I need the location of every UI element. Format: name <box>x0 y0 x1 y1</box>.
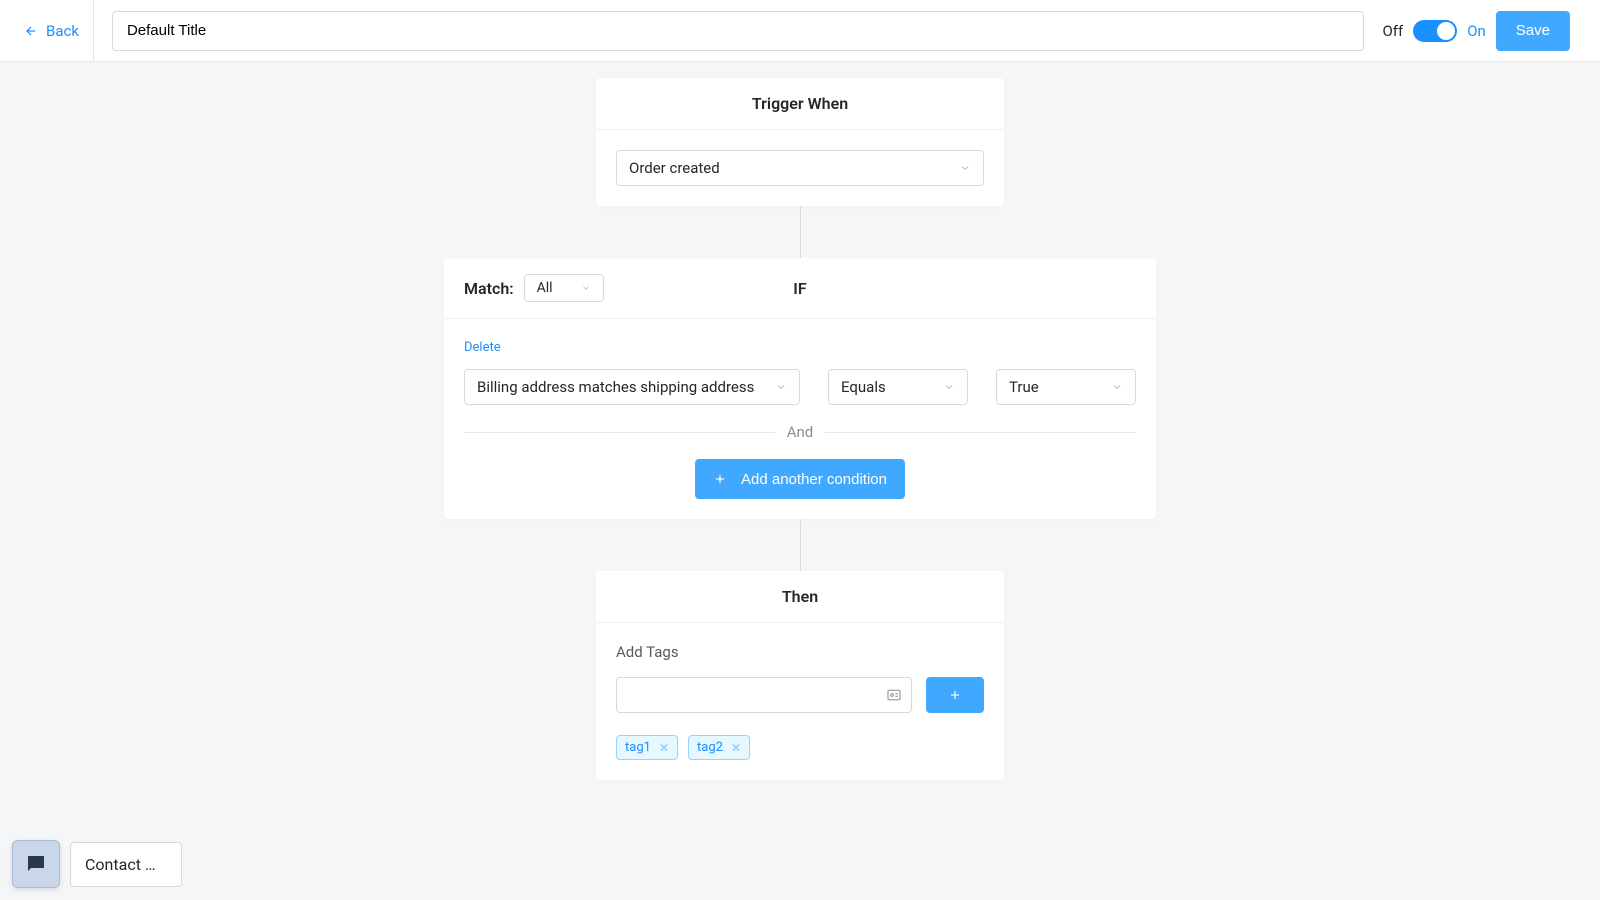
chat-label[interactable]: Contact … <box>70 842 182 887</box>
then-title: Then <box>596 571 1004 623</box>
chat-widget: Contact … <box>12 840 182 888</box>
tag-input[interactable] <box>616 677 912 713</box>
add-tags-label: Add Tags <box>616 643 984 661</box>
condition-operator-select[interactable]: Equals <box>828 369 968 405</box>
switch-off-label: Off <box>1382 22 1403 40</box>
header-controls: Off On Save <box>1382 11 1590 51</box>
chevron-down-icon <box>1111 381 1123 393</box>
trigger-card: Trigger When Order created <box>596 78 1004 206</box>
close-icon[interactable]: ✕ <box>659 741 669 755</box>
if-header: Match: All IF <box>444 258 1156 319</box>
if-title: IF <box>793 279 806 298</box>
app-header: Back Off On Save <box>0 0 1600 62</box>
condition-operator-value: Equals <box>841 378 886 396</box>
chat-launcher[interactable] <box>12 840 60 888</box>
trigger-event-value: Order created <box>629 159 720 177</box>
arrow-left-icon <box>24 24 38 38</box>
condition-value-text: True <box>1009 378 1039 396</box>
condition-field-select[interactable]: Billing address matches shipping address <box>464 369 800 405</box>
chevron-down-icon <box>943 381 955 393</box>
then-card: Then Add Tags tag1 ✕ <box>596 571 1004 780</box>
and-divider: And <box>464 423 1136 441</box>
tag-item: tag1 ✕ <box>616 735 678 760</box>
trigger-title: Trigger When <box>596 78 1004 130</box>
and-label: And <box>775 423 826 441</box>
tag-text: tag1 <box>625 740 651 755</box>
chevron-down-icon <box>775 381 787 393</box>
enabled-toggle[interactable] <box>1413 20 1457 42</box>
delete-condition-link[interactable]: Delete <box>464 340 501 355</box>
chevron-down-icon <box>581 283 591 293</box>
trigger-event-select[interactable]: Order created <box>616 150 984 186</box>
condition-field-value: Billing address matches shipping address <box>477 378 754 396</box>
plus-icon <box>713 472 727 486</box>
match-label: Match: <box>464 279 514 298</box>
id-card-icon <box>886 687 902 703</box>
rule-title-input[interactable] <box>112 11 1364 51</box>
save-button[interactable]: Save <box>1496 11 1570 51</box>
connector-line <box>800 519 801 571</box>
tags-list: tag1 ✕ tag2 ✕ <box>616 735 984 760</box>
if-card: Match: All IF Delete Billing address mat… <box>444 258 1156 519</box>
tag-input-row <box>616 677 984 713</box>
tag-item: tag2 ✕ <box>688 735 750 760</box>
match-select[interactable]: All <box>524 274 604 302</box>
add-condition-label: Add another condition <box>741 471 887 488</box>
tag-text: tag2 <box>697 740 723 755</box>
chat-icon <box>24 852 48 876</box>
plus-icon <box>948 688 962 702</box>
match-value: All <box>537 280 553 296</box>
connector-line <box>800 206 801 258</box>
add-tag-button[interactable] <box>926 677 984 713</box>
condition-row: Billing address matches shipping address… <box>464 369 1136 405</box>
add-condition-button[interactable]: Add another condition <box>695 459 905 499</box>
switch-on-label: On <box>1467 22 1486 40</box>
chevron-down-icon <box>959 162 971 174</box>
condition-value-select[interactable]: True <box>996 369 1136 405</box>
workflow-canvas: Trigger When Order created Match: All IF <box>0 62 1600 820</box>
back-button[interactable]: Back <box>10 0 94 61</box>
close-icon[interactable]: ✕ <box>731 741 741 755</box>
back-label: Back <box>46 22 79 40</box>
